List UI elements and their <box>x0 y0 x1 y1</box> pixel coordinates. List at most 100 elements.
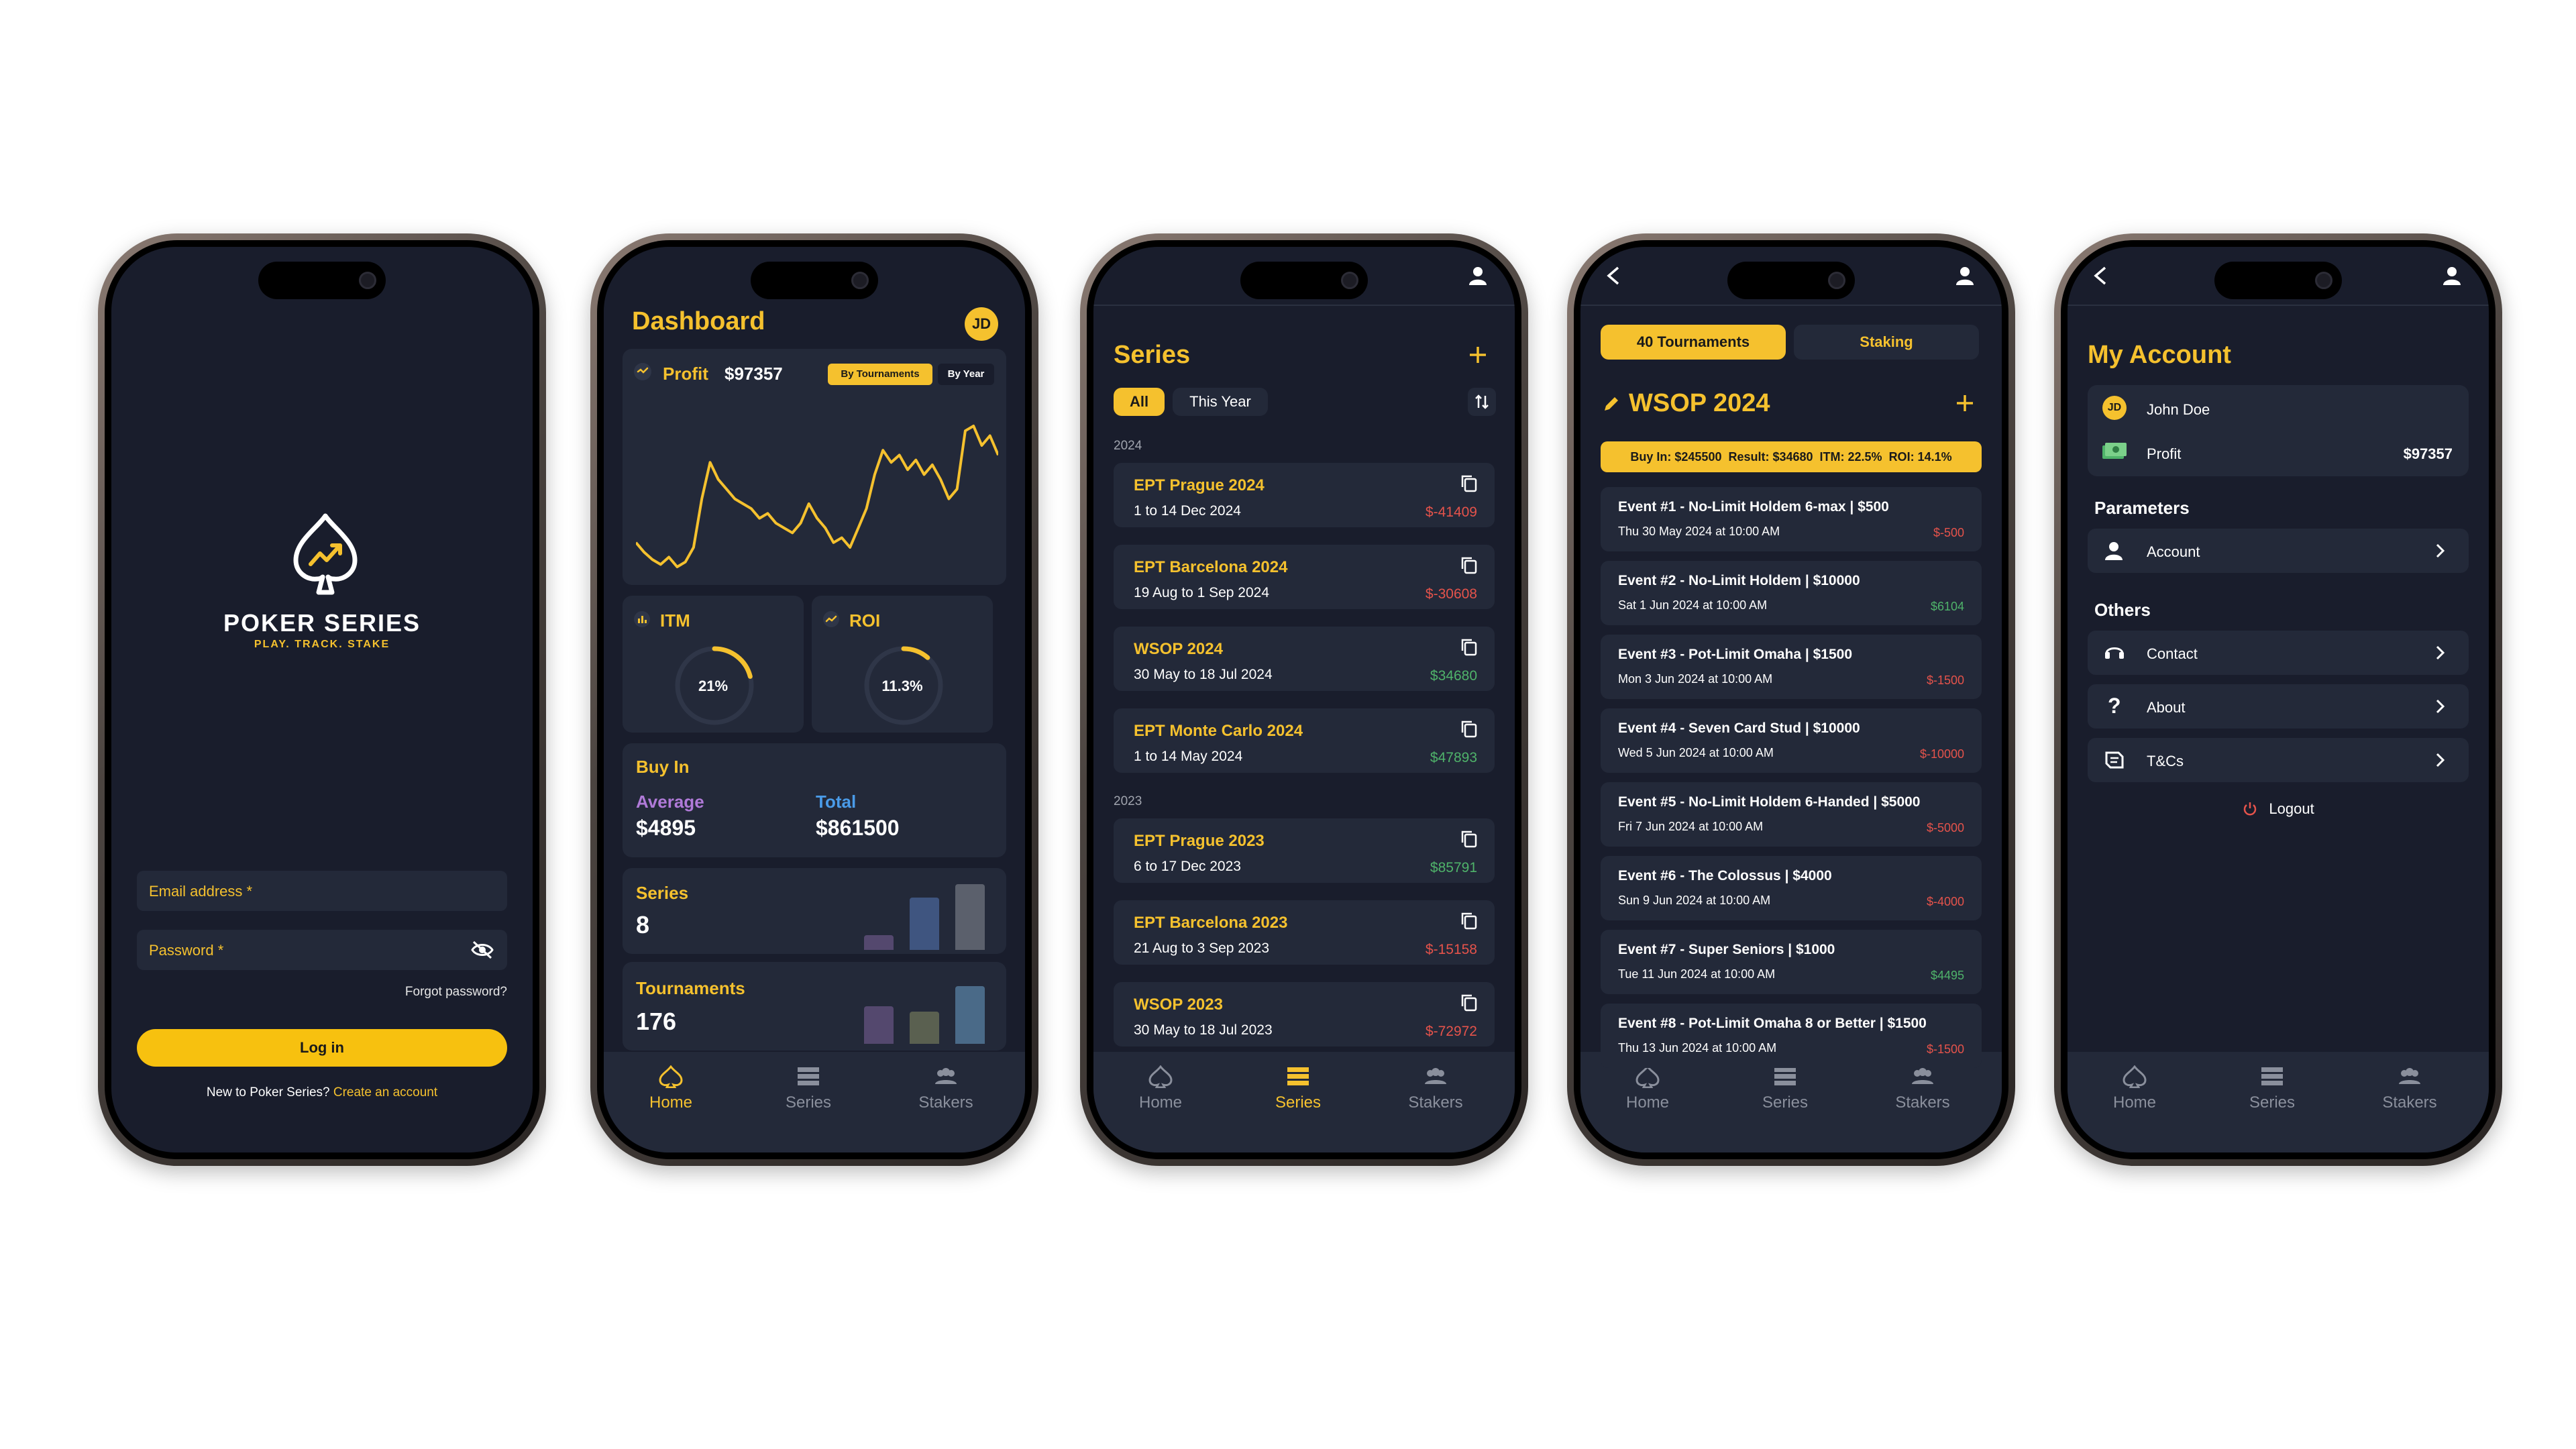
copy-icon[interactable] <box>1460 719 1479 738</box>
event-date: Wed 5 Jun 2024 at 10:00 AM <box>1618 746 1774 759</box>
event-list-item[interactable]: Event #6 - The Colossus | $4000 Sun 9 Jun… <box>1601 856 1982 920</box>
nav-stakers[interactable]: Stakers <box>2343 1065 2477 1112</box>
filter-this-year[interactable]: This Year <box>1173 388 1268 416</box>
copy-icon[interactable] <box>1460 993 1479 1012</box>
toggle-by-year[interactable]: By Year <box>938 364 994 385</box>
series-list-item[interactable]: WSOP 2023 30 May to 18 Jul 2023 $-72972 <box>1114 982 1495 1046</box>
avatar[interactable]: JD <box>965 307 998 341</box>
logout-button[interactable]: Logout <box>2068 800 2489 818</box>
series-name: EPT Monte Carlo 2024 <box>1134 722 1303 740</box>
password-field[interactable]: Password * <box>137 930 507 970</box>
event-result: $-5000 <box>1926 821 1964 835</box>
year-heading: 2023 <box>1114 794 1142 808</box>
about-item[interactable]: ? About <box>2088 684 2469 729</box>
series-list-item[interactable]: WSOP 2024 30 May to 18 Jul 2024 $34680 <box>1114 627 1495 691</box>
event-list-item[interactable]: Event #3 - Pot-Limit Omaha | $1500 Mon 3 … <box>1601 635 1982 699</box>
person-icon[interactable] <box>2442 266 2462 286</box>
profit-label: Profit <box>2147 445 2182 462</box>
brand-tagline: PLAY. TRACK. STAKE <box>254 639 390 650</box>
itm-label: ITM <box>660 610 690 631</box>
plus-icon[interactable] <box>1468 345 1488 365</box>
event-list-item[interactable]: Event #7 - Super Seniors | $1000 Tue 11 J… <box>1601 930 1982 994</box>
back-arrow-icon[interactable] <box>2092 266 2109 286</box>
itm-value: 21% <box>698 678 729 694</box>
event-list-item[interactable]: Event #4 - Seven Card Stud | $10000 Wed 5… <box>1601 708 1982 773</box>
event-name: Event #4 - Seven Card Stud | $10000 <box>1618 720 1860 736</box>
series-icon <box>1287 1067 1309 1085</box>
nav-series[interactable]: Series <box>1718 1065 1852 1112</box>
copy-icon[interactable] <box>1460 637 1479 656</box>
event-name: Event #8 - Pot-Limit Omaha 8 or Better |… <box>1618 1016 1927 1031</box>
series-dates: 21 Aug to 3 Sep 2023 <box>1134 941 1270 956</box>
page-title: My Account <box>2088 341 2231 369</box>
nav-home[interactable]: Home <box>604 1065 738 1112</box>
person-icon[interactable] <box>1955 266 1975 286</box>
nav-series[interactable]: Series <box>741 1065 875 1112</box>
event-result: $-500 <box>1933 526 1964 539</box>
forgot-password-link[interactable]: Forgot password? <box>405 985 507 1000</box>
tcs-item[interactable]: T&Cs <box>2088 738 2469 782</box>
plus-icon[interactable] <box>1955 393 1975 413</box>
average-value: $4895 <box>636 816 696 840</box>
series-list-item[interactable]: EPT Prague 2024 1 to 14 Dec 2024 $-41409 <box>1114 463 1495 527</box>
account-label: Account <box>2147 543 2200 560</box>
filter-all[interactable]: All <box>1114 388 1165 416</box>
account-item[interactable]: Account <box>2088 529 2469 573</box>
brand-title: POKER SERIES <box>223 609 421 637</box>
sort-button[interactable] <box>1468 388 1496 416</box>
series-card[interactable]: Series 8 <box>623 868 1006 954</box>
tab-tournaments[interactable]: 40 Tournaments <box>1601 325 1786 360</box>
series-dates: 30 May to 18 Jul 2024 <box>1134 667 1273 682</box>
series-dates: 6 to 17 Dec 2023 <box>1134 859 1241 874</box>
phone-series: Series All This Year Home Series Stakers… <box>1080 233 1528 1166</box>
series-label: Series <box>636 883 689 903</box>
event-list-item[interactable]: Event #1 - No-Limit Holdem 6-max | $500 T… <box>1601 487 1982 551</box>
nav-stakers[interactable]: Stakers <box>1368 1065 1503 1112</box>
nav-series[interactable]: Series <box>1231 1065 1365 1112</box>
login-screen: POKER SERIES PLAY. TRACK. STAKE Email ad… <box>111 247 533 1152</box>
login-button[interactable]: Log in <box>137 1029 507 1067</box>
event-date: Thu 13 Jun 2024 at 10:00 AM <box>1618 1041 1777 1055</box>
tournaments-card[interactable]: Tournaments 176 <box>623 962 1006 1051</box>
question-icon: ? <box>2108 694 2121 718</box>
event-list-item[interactable]: Event #2 - No-Limit Holdem | $10000 Sat 1… <box>1601 561 1982 625</box>
nav-series[interactable]: Series <box>2205 1065 2339 1112</box>
toggle-by-tournaments[interactable]: By Tournaments <box>828 364 932 385</box>
eye-off-icon[interactable] <box>471 941 494 959</box>
create-account-link[interactable]: Create an account <box>333 1085 437 1099</box>
copy-icon[interactable] <box>1460 474 1479 492</box>
nav-home[interactable]: Home <box>1580 1065 1715 1112</box>
series-name: EPT Prague 2023 <box>1134 832 1265 850</box>
event-list-item[interactable]: Event #8 - Pot-Limit Omaha 8 or Better |… <box>1601 1004 1982 1068</box>
series-result: $85791 <box>1430 860 1477 875</box>
about-label: About <box>2147 699 2186 716</box>
nav-stakers[interactable]: Stakers <box>1856 1065 1990 1112</box>
email-field[interactable]: Email address * <box>137 871 507 911</box>
back-arrow-icon[interactable] <box>1605 266 1622 286</box>
event-name: Event #3 - Pot-Limit Omaha | $1500 <box>1618 647 1852 662</box>
nav-home[interactable]: Home <box>1093 1065 1228 1112</box>
event-list-item[interactable]: Event #5 - No-Limit Holdem 6-Handed | $5… <box>1601 782 1982 847</box>
tournaments-bar-2 <box>910 1012 939 1044</box>
bar-chart-icon <box>634 611 650 627</box>
series-name: WSOP 2023 <box>1134 996 1223 1014</box>
series-list-item[interactable]: EPT Barcelona 2023 21 Aug to 3 Sep 2023 $-… <box>1114 900 1495 965</box>
copy-icon[interactable] <box>1460 829 1479 848</box>
copy-icon[interactable] <box>1460 555 1479 574</box>
trend-icon <box>823 611 839 627</box>
tab-staking[interactable]: Staking <box>1794 325 1979 360</box>
phone-account: My Account JD John Doe Profit $97357 Par… <box>2054 233 2502 1166</box>
series-list-item[interactable]: EPT Barcelona 2024 19 Aug to 1 Sep 2024 $-… <box>1114 545 1495 609</box>
pencil-icon[interactable] <box>1602 394 1621 413</box>
series-list-item[interactable]: EPT Prague 2023 6 to 17 Dec 2023 $85791 <box>1114 818 1495 883</box>
series-list-item[interactable]: EPT Monte Carlo 2024 1 to 14 May 2024 $478… <box>1114 708 1495 773</box>
nav-stakers-label: Stakers <box>918 1093 973 1112</box>
phone-login: POKER SERIES PLAY. TRACK. STAKE Email ad… <box>98 233 546 1166</box>
copy-icon[interactable] <box>1460 911 1479 930</box>
nav-stakers[interactable]: Stakers <box>879 1065 1013 1112</box>
nav-home[interactable]: Home <box>2068 1065 2202 1112</box>
person-icon[interactable] <box>1468 266 1488 286</box>
roi-card: ROI 11.3% <box>812 596 993 733</box>
contact-item[interactable]: Contact <box>2088 631 2469 675</box>
stakers-icon <box>1425 1068 1446 1084</box>
